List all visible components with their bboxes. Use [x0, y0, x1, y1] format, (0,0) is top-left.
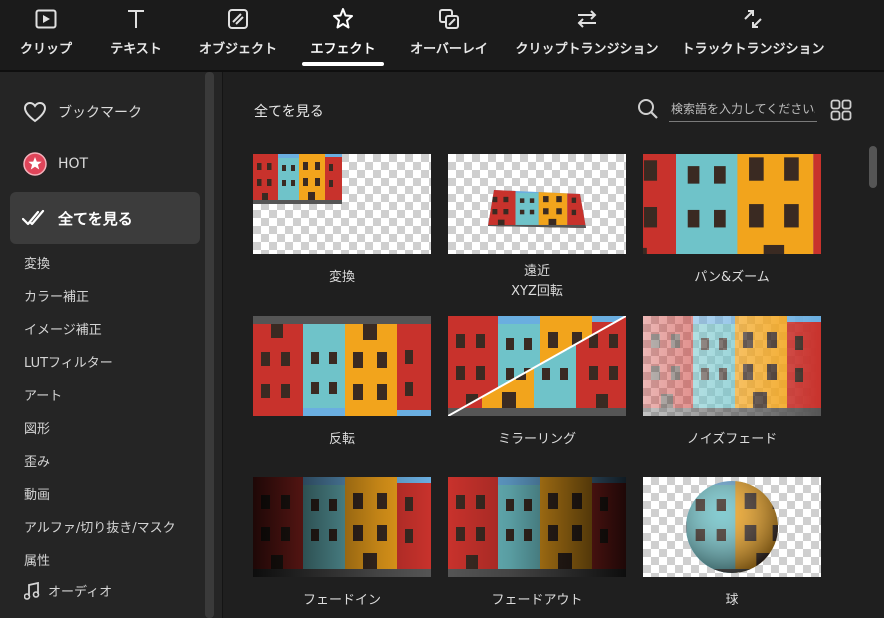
object-icon: [227, 7, 249, 31]
effect-card-fade-in[interactable]: フェードイン: [253, 477, 431, 611]
clip-icon: [35, 7, 57, 31]
tab-effect[interactable]: エフェクト: [302, 0, 384, 68]
tab-track-transition-label: トラックトランジション: [681, 42, 825, 57]
effect-label: 球: [725, 593, 739, 608]
effect-label: 反転: [328, 432, 355, 447]
clip-transition-icon: [575, 7, 599, 31]
effect-icon: [331, 7, 355, 31]
sidebar-item-all[interactable]: 全てを見る: [10, 192, 200, 244]
tab-clip-transition[interactable]: クリップトランジション: [516, 0, 659, 68]
top-toolbar: クリップ テキスト オブジェクト エフェクト オーバーレイ クリップトランジショ…: [0, 0, 884, 72]
effect-thumbnail: [643, 316, 821, 416]
category-audio-label: オーディオ: [48, 585, 113, 600]
text-icon: [125, 7, 147, 31]
category-color-correction[interactable]: カラー補正: [24, 286, 89, 305]
category-art[interactable]: アート: [24, 385, 62, 404]
tab-clip-label: クリップ: [20, 42, 73, 57]
tab-object-label: オブジェクト: [199, 42, 278, 57]
effect-label-line1: 遠近: [523, 264, 550, 279]
effect-thumbnail: [643, 477, 821, 577]
sidebar-item-all-label: 全てを見る: [58, 209, 133, 228]
category-motion[interactable]: 動画: [24, 484, 50, 503]
effect-thumbnail: [643, 154, 821, 254]
effect-label: 変換: [328, 270, 355, 285]
effect-thumbnail: [253, 154, 431, 254]
effect-label: フェードイン: [302, 593, 381, 608]
heart-icon: [22, 99, 48, 125]
sidebar-item-hot[interactable]: HOT: [10, 140, 200, 188]
track-transition-icon: [741, 7, 765, 31]
effect-label: パン&ズーム: [694, 270, 770, 285]
tab-overlay-label: オーバーレイ: [410, 42, 488, 57]
sidebar-item-hot-label: HOT: [58, 156, 89, 172]
search-input[interactable]: [669, 97, 817, 122]
effects-panel: 全てを見る 変換 遠近 XYZ回転 パン&ズーム 反転 ミラーリング: [223, 72, 884, 618]
effect-label-line2: XYZ回転: [511, 284, 563, 299]
music-note-icon: [24, 581, 40, 600]
double-check-icon: [22, 205, 48, 231]
effect-card-perspective[interactable]: 遠近 XYZ回転: [448, 154, 626, 302]
effect-thumbnail: [448, 316, 626, 416]
tab-clip[interactable]: クリップ: [20, 0, 72, 68]
effect-label: 遠近 XYZ回転: [448, 262, 626, 302]
main-scrollbar[interactable]: [869, 146, 877, 188]
tab-effect-label: エフェクト: [310, 42, 376, 57]
effect-card-fade-out[interactable]: フェードアウト: [448, 477, 626, 611]
grid-view-icon[interactable]: [830, 99, 852, 121]
tab-object[interactable]: オブジェクト: [199, 0, 278, 68]
category-attribute[interactable]: 属性: [24, 550, 50, 569]
page-title: 全てを見る: [254, 104, 324, 120]
effect-label: ミラーリング: [497, 432, 576, 447]
effect-thumbnail: [448, 154, 626, 254]
category-distortion[interactable]: 歪み: [24, 451, 50, 470]
effect-label: ノイズフェード: [686, 432, 778, 447]
effect-thumbnail: [448, 477, 626, 577]
search-icon[interactable]: [637, 98, 659, 120]
overlay-icon: [438, 7, 460, 31]
category-transform[interactable]: 変換: [24, 253, 50, 272]
category-image-correction[interactable]: イメージ補正: [24, 319, 102, 338]
effect-thumbnail: [253, 316, 431, 416]
sidebar-item-bookmark-label: ブックマーク: [58, 105, 142, 121]
category-alpha-mask[interactable]: アルファ/切り抜き/マスク: [24, 517, 176, 536]
sidebar-item-bookmark[interactable]: ブックマーク: [10, 88, 200, 136]
active-tab-indicator: [302, 62, 384, 66]
tab-track-transition[interactable]: トラックトランジション: [682, 0, 825, 68]
effect-label: フェードアウト: [491, 593, 583, 608]
hot-badge-icon: [22, 151, 48, 177]
sidebar-scrollbar[interactable]: [205, 72, 214, 618]
sidebar: ブックマーク HOT 全てを見る 変換 カラー補正 イメージ補正 LUTフィルタ…: [0, 72, 223, 618]
effect-card-transform[interactable]: 変換: [253, 154, 431, 288]
effect-thumbnail: [253, 477, 431, 577]
category-shape[interactable]: 図形: [24, 418, 50, 437]
effect-card-mirroring[interactable]: ミラーリング: [448, 316, 626, 450]
effect-card-sphere[interactable]: 球: [643, 477, 821, 611]
category-audio[interactable]: オーディオ: [24, 581, 112, 600]
tab-text[interactable]: テキスト: [110, 0, 162, 68]
effect-card-noise-fade[interactable]: ノイズフェード: [643, 316, 821, 450]
tab-text-label: テキスト: [110, 42, 162, 57]
tab-overlay[interactable]: オーバーレイ: [410, 0, 488, 68]
effect-card-pan-zoom[interactable]: パン&ズーム: [643, 154, 821, 288]
tab-clip-transition-label: クリップトランジション: [515, 42, 659, 57]
category-lut-filter[interactable]: LUTフィルター: [24, 352, 113, 371]
effect-card-flip[interactable]: 反転: [253, 316, 431, 450]
